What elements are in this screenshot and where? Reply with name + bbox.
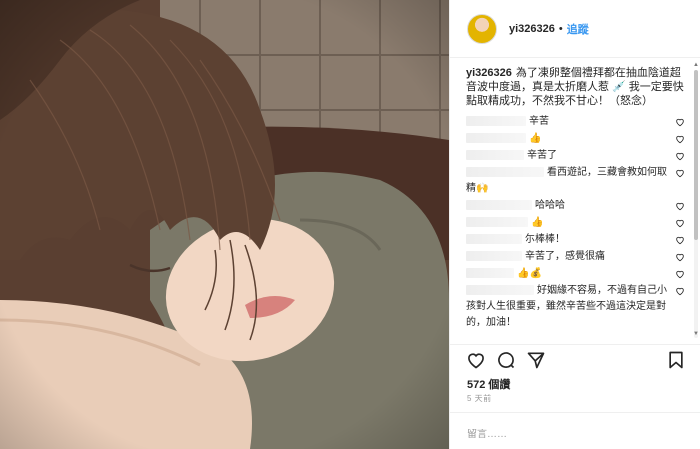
comment-emoji: 🙌	[476, 183, 489, 194]
comment-item: 辛苦了	[466, 148, 685, 164]
scroll-up-arrow-icon[interactable]: ▲	[693, 62, 699, 68]
comment-emoji: 👍💰	[517, 268, 542, 279]
blurred-username	[466, 268, 514, 279]
post-caption: yi326326 為了凍卵整個禮拜都在抽血陰道超音波中度過，真是太折磨人惹 💉 我…	[466, 66, 685, 108]
comment-item: 👍	[466, 131, 685, 147]
comments-scrollbar[interactable]	[694, 70, 698, 338]
post-side-panel: yi326326 • 追蹤 yi326326 為了凍卵整個禮拜都在抽血陰道超音波中…	[449, 0, 700, 449]
header-separator: •	[558, 22, 563, 35]
heart-icon[interactable]	[675, 286, 685, 296]
blurred-username	[466, 217, 528, 228]
comment-text: 哈哈哈	[535, 200, 565, 211]
comment-text: 尓棒棒！	[525, 234, 565, 245]
scrollbar-thumb[interactable]	[694, 70, 698, 240]
post-header: yi326326 • 追蹤	[450, 0, 700, 58]
blurred-username	[466, 150, 524, 161]
comments-list[interactable]: yi326326 為了凍卵整個禮拜都在抽血陰道超音波中度過，真是太折磨人惹 💉 我…	[450, 58, 700, 344]
comment-icon[interactable]	[496, 350, 516, 370]
action-bar	[450, 344, 700, 374]
photo-illustration	[0, 0, 449, 449]
blurred-username	[466, 251, 522, 262]
heart-icon[interactable]	[675, 269, 685, 279]
comment-item: 辛苦了，感覺很痛	[466, 249, 685, 265]
add-comment-bar	[450, 412, 700, 449]
likes-count[interactable]: 572 個讚	[467, 376, 510, 392]
comment-item: 哈哈哈	[466, 198, 685, 214]
heart-icon[interactable]	[675, 201, 685, 211]
comment-item: 👍💰	[466, 266, 685, 282]
comment-text: 辛苦	[529, 116, 549, 127]
share-icon[interactable]	[526, 350, 546, 370]
comment-item: 看西遊記，三藏會教如何取精🙌	[466, 165, 685, 197]
heart-icon[interactable]	[675, 134, 685, 144]
heart-icon[interactable]	[675, 235, 685, 245]
blurred-username	[466, 285, 534, 296]
comment-input[interactable]	[467, 429, 684, 440]
post-photo[interactable]	[0, 0, 449, 449]
heart-icon[interactable]	[675, 168, 685, 178]
scroll-down-arrow-icon[interactable]: ▼	[693, 331, 699, 337]
blurred-username	[466, 234, 522, 245]
comment-emoji: 👍	[529, 133, 542, 144]
blurred-username	[466, 167, 544, 178]
heart-icon[interactable]	[675, 117, 685, 127]
caption-username[interactable]: yi326326	[466, 67, 512, 79]
heart-icon[interactable]	[675, 252, 685, 262]
bookmark-icon[interactable]	[666, 350, 686, 370]
comment-item: 👍	[466, 215, 685, 231]
heart-icon[interactable]	[466, 350, 486, 370]
comment-item: 好姻緣不容易，不過有自己小孩對人生很重要，雖然辛苦些不過這決定是對的，加油！	[466, 283, 685, 331]
comment-text: 辛苦了	[527, 150, 557, 161]
post-timestamp[interactable]: 5 天前	[467, 393, 492, 404]
comment-item: 辛苦	[466, 114, 685, 130]
instagram-post: yi326326 • 追蹤 yi326326 為了凍卵整個禮拜都在抽血陰道超音波中…	[0, 0, 700, 449]
comment-emoji: 👍	[531, 217, 544, 228]
avatar[interactable]	[467, 13, 497, 44]
blurred-username	[466, 133, 526, 144]
blurred-username	[466, 200, 532, 211]
blurred-username	[466, 116, 526, 127]
comment-item: 尓棒棒！	[466, 232, 685, 248]
follow-button[interactable]: 追蹤	[567, 21, 589, 37]
heart-icon[interactable]	[675, 218, 685, 228]
heart-icon[interactable]	[675, 151, 685, 161]
comment-text: 辛苦了，感覺很痛	[525, 251, 605, 262]
header-username[interactable]: yi326326	[509, 23, 555, 35]
